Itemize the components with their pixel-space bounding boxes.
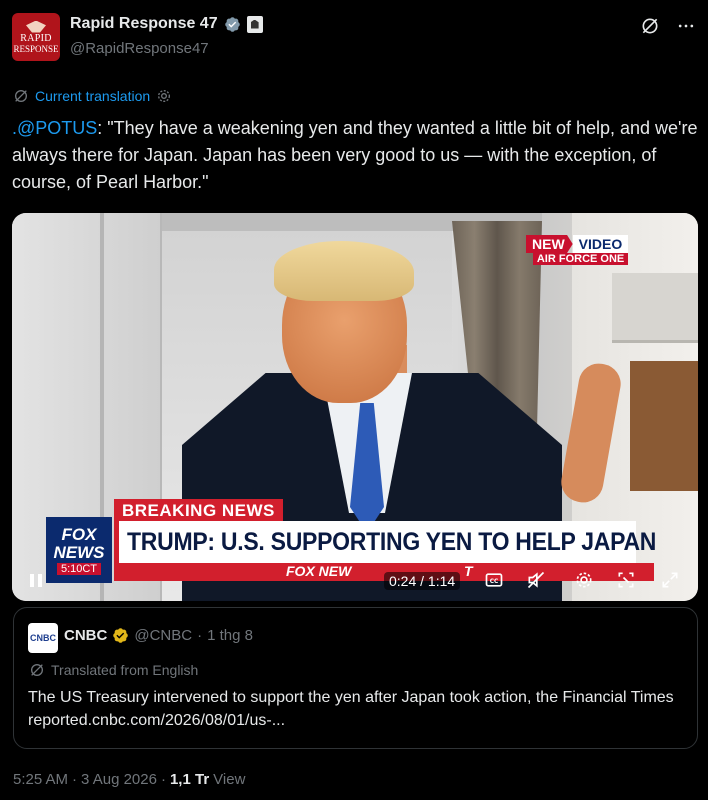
quoted-separator: · <box>197 627 203 644</box>
quoted-author-handle[interactable]: @CNBC <box>134 627 192 644</box>
video-controls: 0:24 / 1:14 CC <box>12 561 698 601</box>
badge-new: NEW <box>526 235 573 253</box>
mute-icon[interactable] <box>526 570 546 590</box>
quoted-author-name[interactable]: CNBC <box>64 627 107 644</box>
meta-separator: · <box>72 771 78 788</box>
cnbc-avatar-text: CNBC <box>30 633 56 643</box>
cnbc-avatar[interactable]: CNBC <box>28 623 58 653</box>
speaker-hair <box>274 241 414 301</box>
government-affiliation-icon[interactable] <box>246 15 263 33</box>
post-date[interactable]: 3 Aug 2026 <box>81 771 157 788</box>
potus-mention-link[interactable]: .@POTUS <box>12 118 97 138</box>
cabin-box <box>630 361 698 491</box>
network-logo-line2: NEWS <box>53 542 105 562</box>
translation-row: Current translation <box>13 88 172 104</box>
picture-in-picture-icon[interactable] <box>616 570 636 590</box>
tweet-text: .@POTUS: "They have a weakening yen and … <box>12 115 702 196</box>
video-player[interactable]: NEW VIDEO AIR FORCE ONE BREAKING NEWS TR… <box>12 213 698 601</box>
breaking-news-label: BREAKING NEWS <box>114 499 283 523</box>
post-meta: 5:25 AM · 3 Aug 2026 · 1,1 Tr View <box>13 771 245 788</box>
translate-icon <box>31 664 43 676</box>
current-translation-link[interactable]: Current translation <box>35 88 150 104</box>
post: RAPID RESPONSE Rapid Response 47 @RapidR… <box>0 0 708 800</box>
quoted-text: The US Treasury intervened to support th… <box>28 689 674 729</box>
author-avatar[interactable]: RAPID RESPONSE <box>12 13 60 61</box>
pause-icon[interactable] <box>30 574 42 587</box>
closed-captions-icon[interactable]: CC <box>484 570 504 590</box>
quoted-author-row: CNBC @CNBC · 1 thg 8 <box>64 627 253 644</box>
new-video-badge: NEW VIDEO AIR FORCE ONE <box>526 235 629 265</box>
badge-video: VIDEO <box>572 235 629 253</box>
author-name-row: Rapid Response 47 <box>70 15 263 33</box>
translate-icon <box>15 90 27 102</box>
svg-text:CC: CC <box>490 579 499 585</box>
post-time[interactable]: 5:25 AM <box>13 771 68 788</box>
translated-from-label: Translated from English <box>51 662 199 678</box>
settings-gear-icon[interactable] <box>156 88 172 104</box>
meta-separator: · <box>160 771 166 788</box>
avatar-text-bottom: RESPONSE <box>13 43 59 54</box>
views-label: View <box>213 771 246 788</box>
eagle-icon <box>26 20 46 33</box>
video-time: 0:24 / 1:14 <box>384 572 461 590</box>
fullscreen-icon[interactable] <box>660 570 680 590</box>
quoted-post[interactable]: CNBC CNBC @CNBC · 1 thg 8 Translated fro… <box>13 607 698 749</box>
badge-location: AIR FORCE ONE <box>532 253 629 265</box>
top-actions <box>640 16 696 41</box>
grok-icon[interactable] <box>640 16 660 41</box>
avatar-text-top: RAPID <box>20 32 52 44</box>
verified-badge-icon[interactable] <box>224 16 241 33</box>
gold-verified-icon[interactable] <box>112 627 129 644</box>
author-display-name[interactable]: Rapid Response 47 <box>70 15 218 33</box>
tweet-body: : "They have a weakening yen and they wa… <box>12 118 698 192</box>
quoted-translation-row: Translated from English <box>29 662 198 678</box>
views-count: 1,1 Tr <box>169 771 210 788</box>
cabin-shelf <box>612 273 698 343</box>
quoted-date[interactable]: 1 thg 8 <box>207 627 253 644</box>
more-options-icon[interactable] <box>676 16 696 41</box>
headline-text: TRUMP: U.S. SUPPORTING YEN TO HELP JAPAN <box>127 527 657 556</box>
settings-icon[interactable] <box>574 570 594 590</box>
network-logo-line1: FOX <box>61 524 97 544</box>
headline-bar: TRUMP: U.S. SUPPORTING YEN TO HELP JAPAN <box>114 521 656 563</box>
author-handle[interactable]: @RapidResponse47 <box>70 40 209 57</box>
